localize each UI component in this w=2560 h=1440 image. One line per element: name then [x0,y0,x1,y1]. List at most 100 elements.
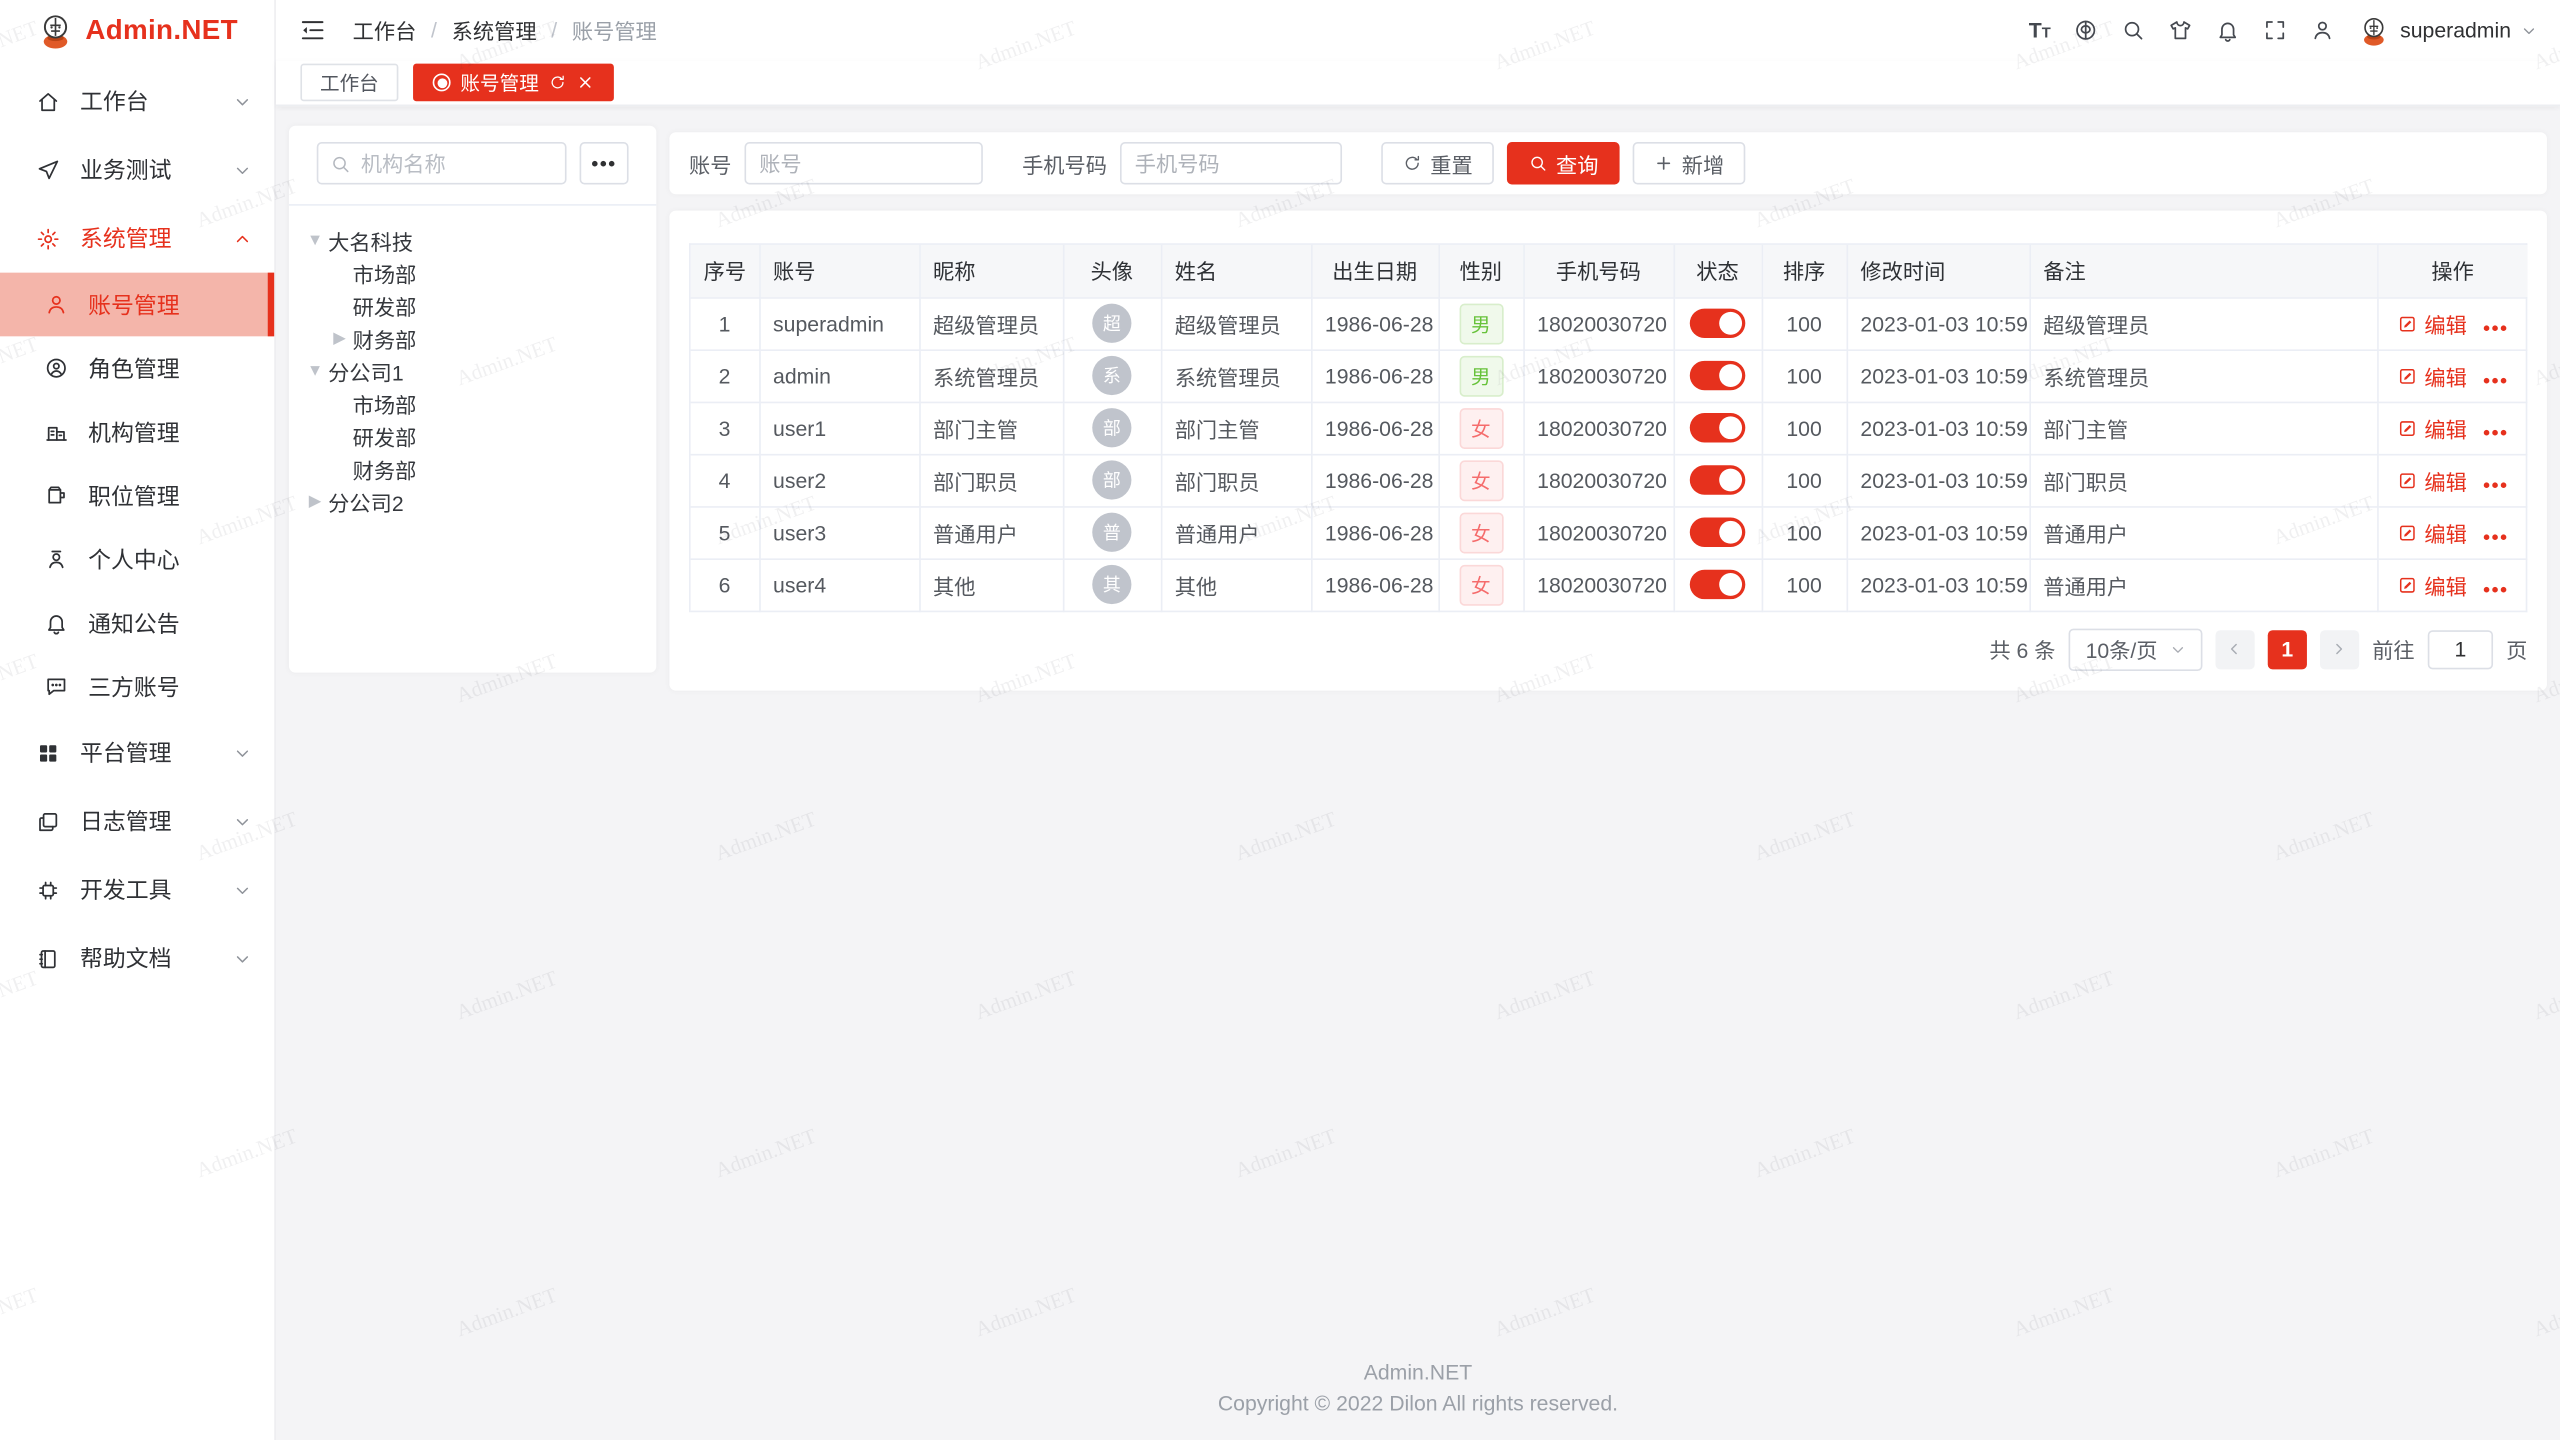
more-actions-button[interactable]: ••• [2483,420,2508,443]
status-toggle[interactable] [1690,465,1746,494]
status-toggle[interactable] [1690,309,1746,338]
breadcrumb-item[interactable]: 工作台 [353,15,417,46]
cell-avatar: 普 [1063,506,1161,558]
cell-remark: 超级管理员 [2029,297,2377,349]
fullscreen-icon[interactable] [2263,18,2287,42]
phone-input[interactable] [1120,142,1342,184]
tree-node[interactable]: 市场部 [289,256,656,289]
sidebar-item-logs[interactable]: 日志管理 [0,787,274,856]
status-toggle[interactable] [1690,518,1746,547]
notification-bell-icon[interactable] [2216,18,2240,42]
more-actions-button[interactable]: ••• [2483,525,2508,548]
edit-button[interactable]: 编辑 [2397,464,2467,495]
query-button[interactable]: 查询 [1507,142,1620,184]
cell-name: 系统管理员 [1161,349,1311,401]
cell-remark: 部门主管 [2029,402,2377,454]
user-menu[interactable]: superadmin [2358,14,2537,47]
more-actions-button[interactable]: ••• [2483,473,2508,496]
add-button[interactable]: 新增 [1633,142,1746,184]
accounts-table: 序号账号昵称头像姓名出生日期性别手机号码状态排序修改时间备注操作 1supera… [691,245,2528,612]
theme-icon[interactable] [2168,18,2192,42]
more-actions-button[interactable]: ••• [2483,577,2508,600]
cell-nickname: 部门职员 [919,454,1063,506]
reset-button[interactable]: 重置 [1381,142,1494,184]
cell-actions: 编辑 ••• [2377,297,2527,349]
bell-icon [44,611,68,635]
status-toggle[interactable] [1690,413,1746,442]
sidebar-subitem-chat[interactable]: 三方账号 [0,655,274,719]
goto-page-input[interactable] [2428,629,2493,668]
font-size-icon[interactable]: TT [2029,20,2051,41]
sidebar-subitem-person[interactable]: 个人中心 [0,527,274,591]
cell-sort: 100 [1762,349,1847,401]
language-icon[interactable] [2074,18,2098,42]
more-actions-button[interactable]: ••• [2483,368,2508,391]
sidebar-item-grid[interactable]: 平台管理 [0,718,274,787]
sidebar-item-send[interactable]: 业务测试 [0,136,274,205]
position-icon [44,483,68,507]
edit-button[interactable]: 编辑 [2397,569,2467,600]
column-header: 备注 [2029,245,2377,297]
status-toggle[interactable] [1690,570,1746,599]
status-toggle[interactable] [1690,361,1746,390]
caret-down-icon[interactable]: ▼ [302,231,328,249]
cell-gender: 女 [1438,558,1523,610]
breadcrumb-item[interactable]: 系统管理 [452,15,537,46]
avatar: 普 [1092,513,1131,552]
cell-nickname: 其他 [919,558,1063,610]
tree-node[interactable]: 研发部 [289,420,656,453]
tab-item[interactable]: 工作台 [300,64,398,102]
tree-node[interactable]: ▼分公司1 [289,354,656,387]
sidebar-subitem-label: 三方账号 [88,670,179,703]
sidebar-subitem-user[interactable]: 账号管理 [0,273,274,337]
sidebar-subitem-bell[interactable]: 通知公告 [0,591,274,655]
sidebar-item-home[interactable]: 工作台 [0,67,274,136]
tree-node[interactable]: ▼大名科技 [289,224,656,257]
edit-label: 编辑 [2424,517,2466,548]
sidebar-subitem-role[interactable]: 角色管理 [0,336,274,400]
edit-icon [2397,417,2418,438]
next-page-button[interactable] [2320,629,2359,668]
tree-more-button[interactable]: ••• [580,142,629,184]
org-search-input[interactable] [361,151,554,175]
goto-label: 前往 [2372,633,2414,664]
cell-status [1673,297,1761,349]
more-actions-button[interactable]: ••• [2483,316,2508,339]
caret-right-icon[interactable]: ▶ [302,492,328,510]
breadcrumb-separator: / [431,18,437,42]
tree-node[interactable]: 财务部 [289,452,656,485]
tab-close-icon[interactable] [576,73,594,91]
tab-active[interactable]: 账号管理 [413,64,614,102]
profile-icon[interactable] [2310,18,2334,42]
sidebar-subitem-org[interactable]: 机构管理 [0,400,274,464]
tree-node[interactable]: 市场部 [289,387,656,420]
page-size-select[interactable]: 10条/页 [2069,628,2203,670]
sidebar-item-book[interactable]: 帮助文档 [0,924,274,993]
filter-bar: 账号 手机号码 重置 查询 [669,132,2547,194]
caret-down-icon[interactable]: ▼ [302,362,328,380]
tab-refresh-icon[interactable] [549,73,567,91]
edit-button[interactable]: 编辑 [2397,360,2467,391]
sidebar-item-chip[interactable]: 开发工具 [0,856,274,925]
edit-button[interactable]: 编辑 [2397,308,2467,339]
current-page[interactable]: 1 [2268,629,2307,668]
cell-avatar: 系 [1063,349,1161,401]
search-icon[interactable] [2121,18,2145,42]
edit-button[interactable]: 编辑 [2397,517,2467,548]
tree-node[interactable]: ▶分公司2 [289,485,656,518]
caret-right-icon[interactable]: ▶ [327,329,353,347]
edit-button[interactable]: 编辑 [2397,412,2467,443]
sidebar-subitem-position[interactable]: 职位管理 [0,464,274,528]
cell-modified: 2023-01-03 10:59:44 [1847,454,2030,506]
app-logo[interactable]: Admin.NET [0,0,274,60]
footer-title: Admin.NET [276,1359,2560,1390]
tree-node[interactable]: 研发部 [289,289,656,322]
gender-tag: 女 [1459,512,1503,553]
cell-gender: 女 [1438,506,1523,558]
tree-node-label: 财务部 [353,322,417,353]
sidebar-item-gear[interactable]: 系统管理 [0,204,274,273]
tree-node[interactable]: ▶财务部 [289,322,656,355]
account-input[interactable] [745,142,983,184]
prev-page-button[interactable] [2215,629,2254,668]
collapse-sidebar-icon[interactable] [299,16,327,44]
